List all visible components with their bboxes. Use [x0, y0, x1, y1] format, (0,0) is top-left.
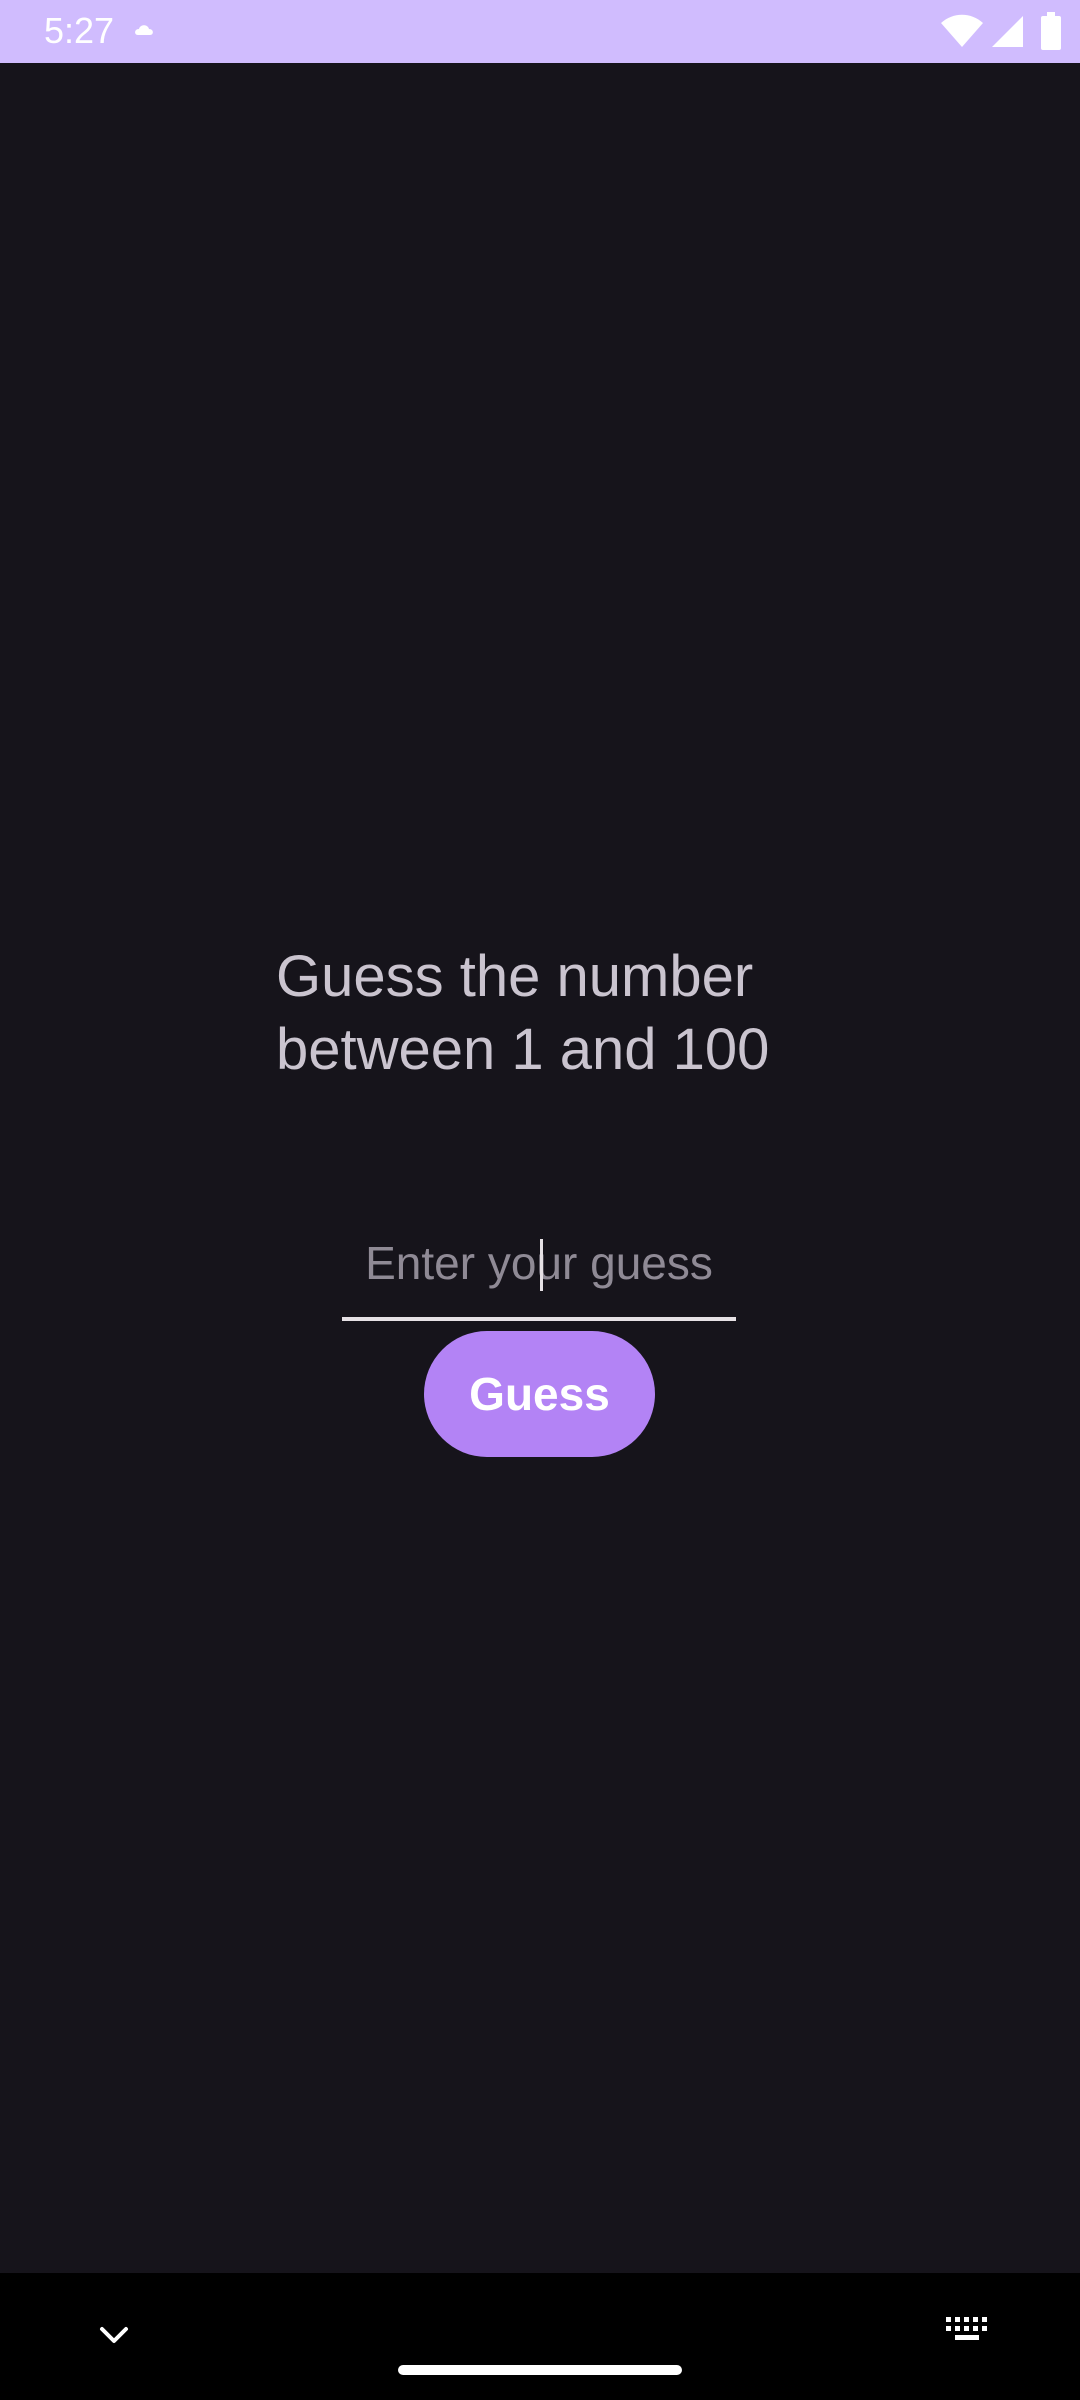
signal-icon: [992, 16, 1023, 47]
main-content: Guess the number between 1 and 100 Guess: [0, 63, 1080, 2273]
text-cursor: [540, 1239, 543, 1291]
chevron-down-icon[interactable]: [92, 2313, 136, 2357]
guess-input[interactable]: [342, 1209, 736, 1317]
cloud-icon: [135, 25, 153, 35]
guess-field[interactable]: [342, 1209, 736, 1321]
battery-icon: [1041, 12, 1061, 50]
status-time: 5:27: [44, 10, 115, 51]
guess-button[interactable]: Guess: [424, 1331, 655, 1457]
home-handle[interactable]: [398, 2365, 682, 2375]
wifi-icon: [941, 14, 983, 47]
status-bar: 5:27: [0, 0, 1080, 63]
guess-field-underline: [342, 1317, 736, 1321]
game-prompt: Guess the number between 1 and 100: [276, 944, 770, 1082]
navigation-bar: [0, 2273, 1080, 2400]
keyboard-icon[interactable]: [944, 2313, 992, 2349]
status-icons: [880, 0, 1080, 63]
